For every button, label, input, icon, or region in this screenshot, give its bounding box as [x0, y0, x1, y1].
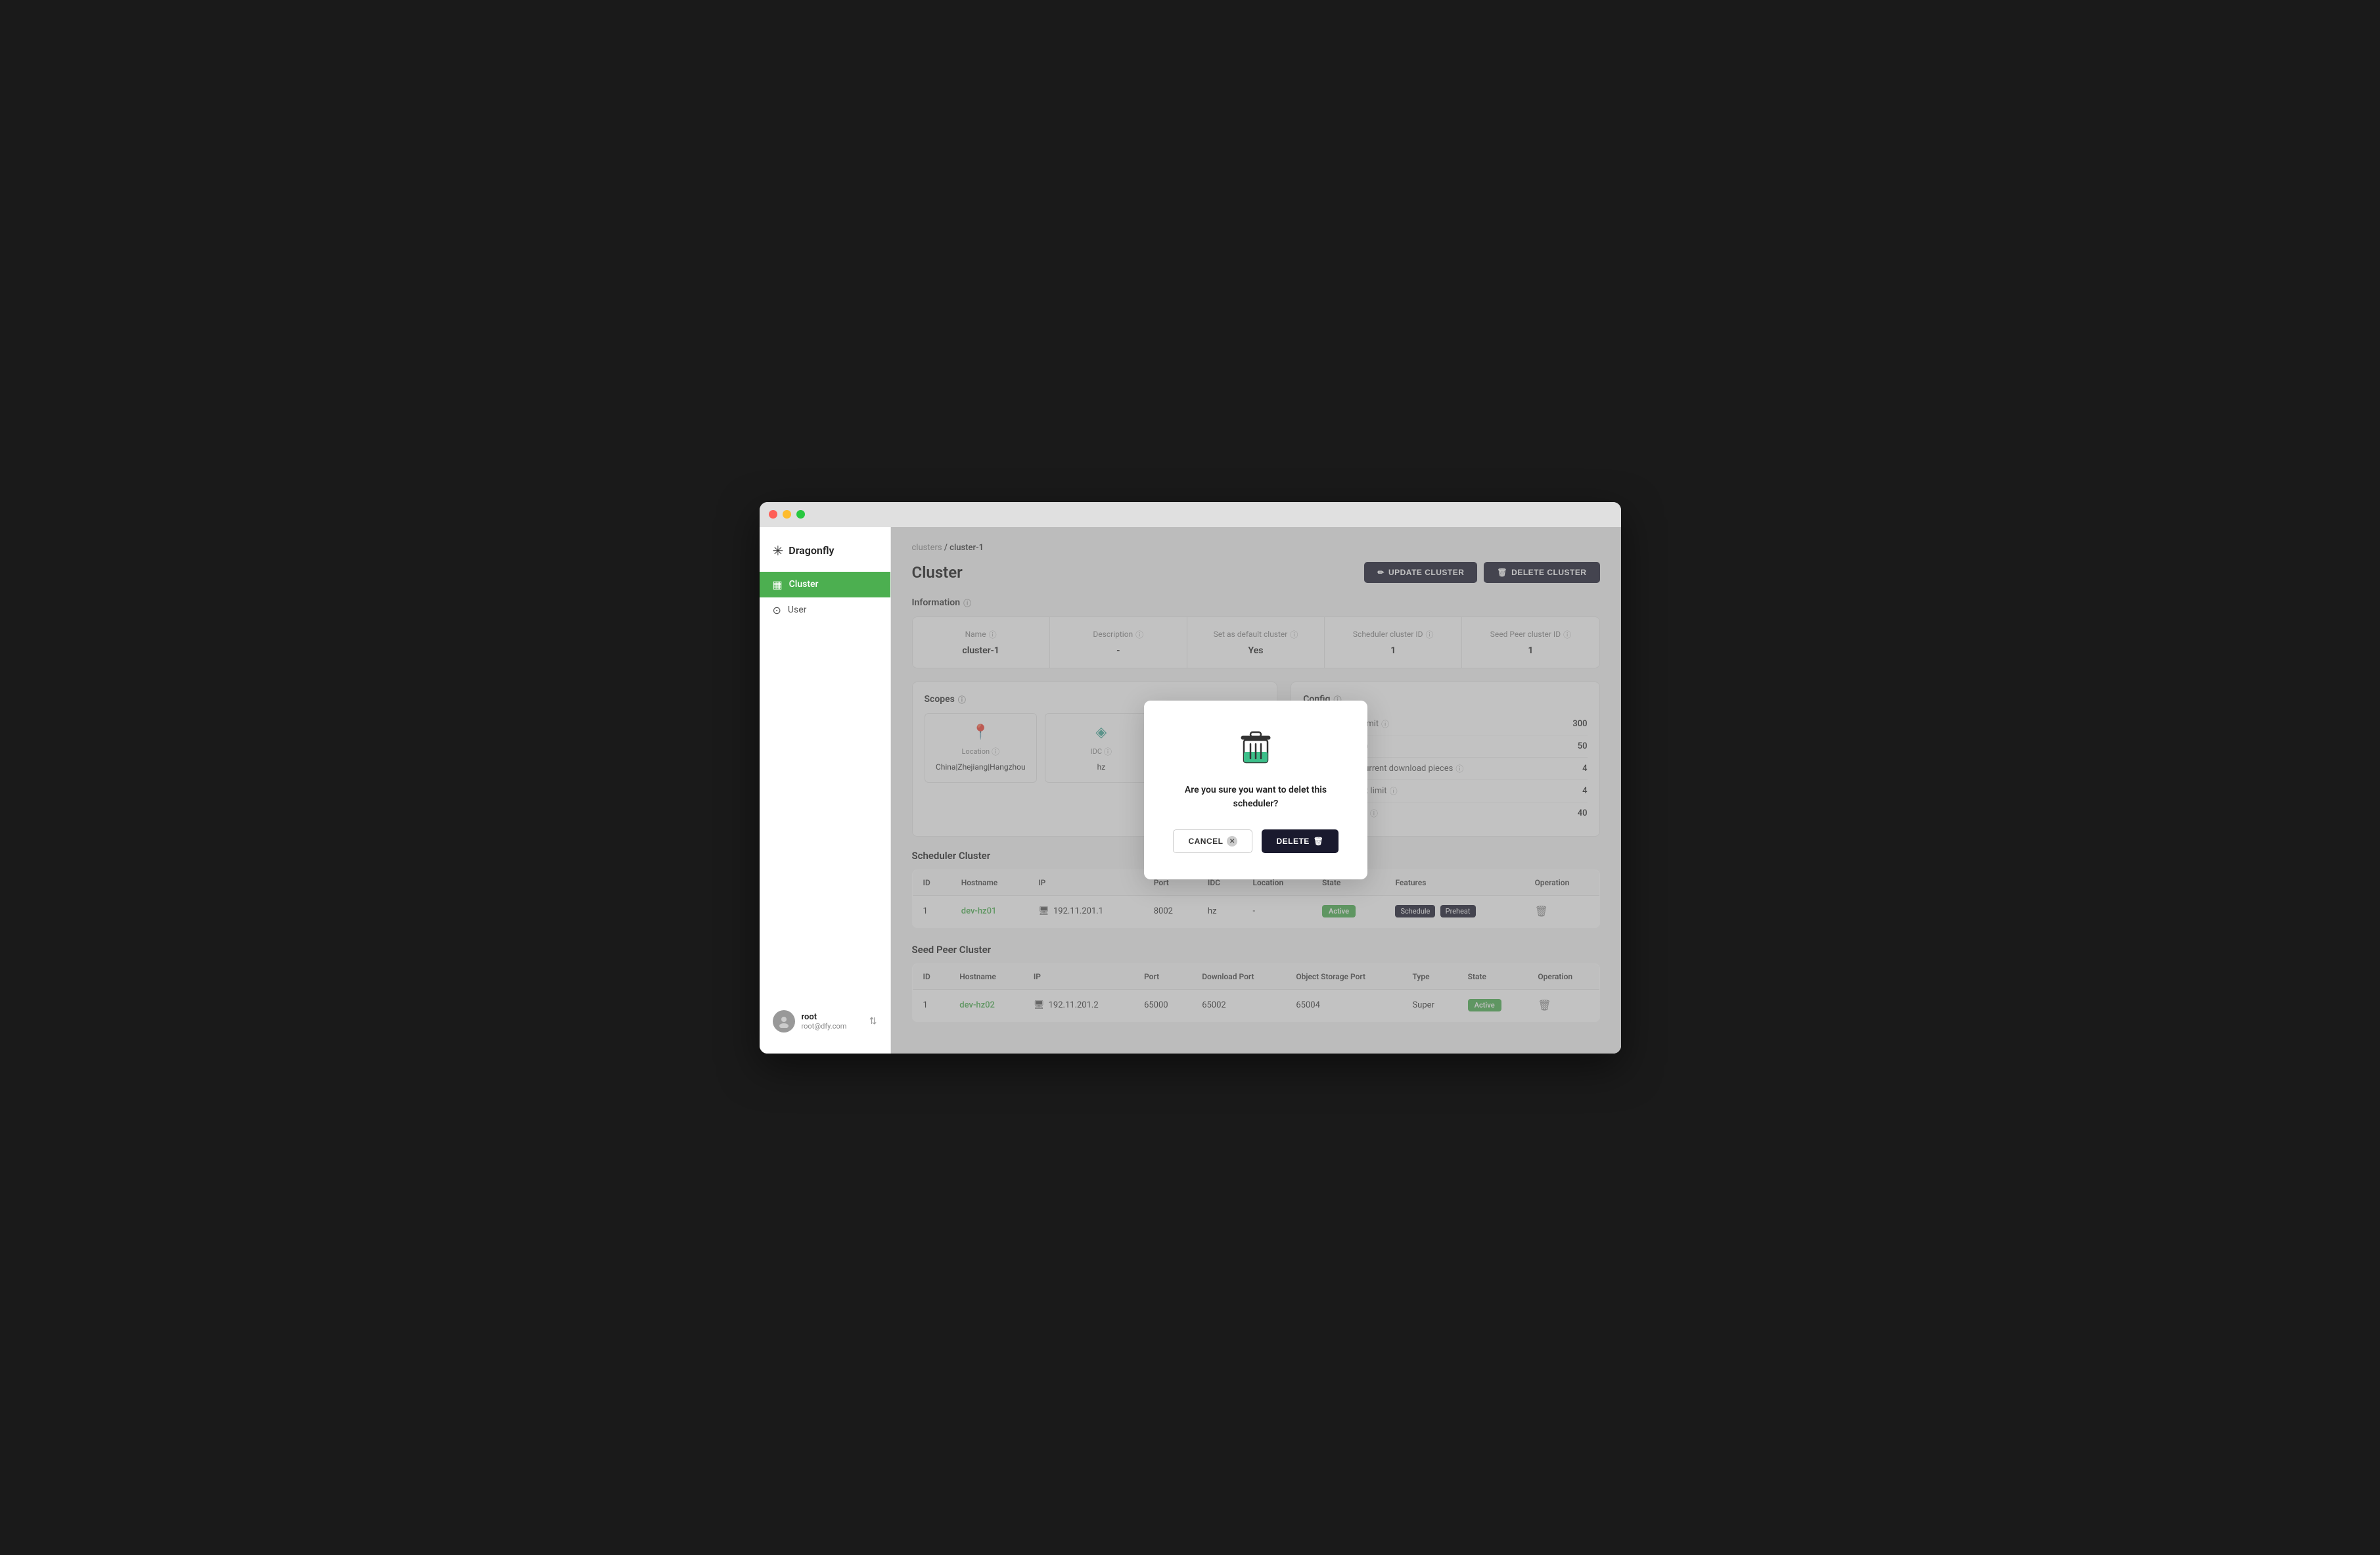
title-bar [760, 502, 1621, 527]
user-icon: ⊙ [773, 604, 781, 616]
delete-confirmation-modal: Are you sure you want to delet this sche… [1144, 701, 1367, 879]
app-container: ✳ Dragonfly ▦ Cluster ⊙ User root [760, 527, 1621, 1054]
sidebar-logo: ✳ Dragonfly [760, 538, 890, 572]
sidebar-item-cluster-label: Cluster [789, 579, 819, 590]
avatar [773, 1010, 795, 1033]
modal-message: Are you sure you want to delet this sche… [1168, 783, 1344, 811]
cluster-icon: ▦ [773, 578, 783, 591]
cancel-x-icon: ✕ [1227, 836, 1237, 847]
modal-actions: CANCEL ✕ DELETE 🗑 [1168, 829, 1344, 853]
sidebar-item-cluster[interactable]: ▦ Cluster [760, 572, 890, 597]
user-email: root@dfy.com [802, 1022, 863, 1031]
chevron-icon: ⇅ [869, 1016, 877, 1027]
delete-trash-icon: 🗑 [1314, 837, 1324, 846]
sidebar-user-section: root root@dfy.com ⇅ [760, 1000, 890, 1043]
minimize-button[interactable] [783, 510, 791, 519]
delete-confirm-button[interactable]: DELETE 🗑 [1262, 829, 1338, 853]
main-content: clusters / cluster-1 Cluster ✏ UPDATE CL… [891, 527, 1621, 1054]
cancel-button[interactable]: CANCEL ✕ [1173, 829, 1252, 853]
modal-trash-icon [1168, 727, 1344, 772]
dragonfly-logo-icon: ✳ [773, 543, 784, 559]
sidebar-logo-text: Dragonfly [789, 544, 834, 557]
user-info: root root@dfy.com [802, 1012, 863, 1031]
maximize-button[interactable] [796, 510, 805, 519]
app-window: ✳ Dragonfly ▦ Cluster ⊙ User root [760, 502, 1621, 1054]
modal-overlay: Are you sure you want to delet this sche… [891, 527, 1621, 1054]
sidebar-item-user[interactable]: ⊙ User [760, 597, 890, 623]
close-button[interactable] [769, 510, 777, 519]
sidebar-item-user-label: User [788, 605, 806, 615]
user-name: root [802, 1012, 863, 1022]
sidebar: ✳ Dragonfly ▦ Cluster ⊙ User root [760, 527, 891, 1054]
